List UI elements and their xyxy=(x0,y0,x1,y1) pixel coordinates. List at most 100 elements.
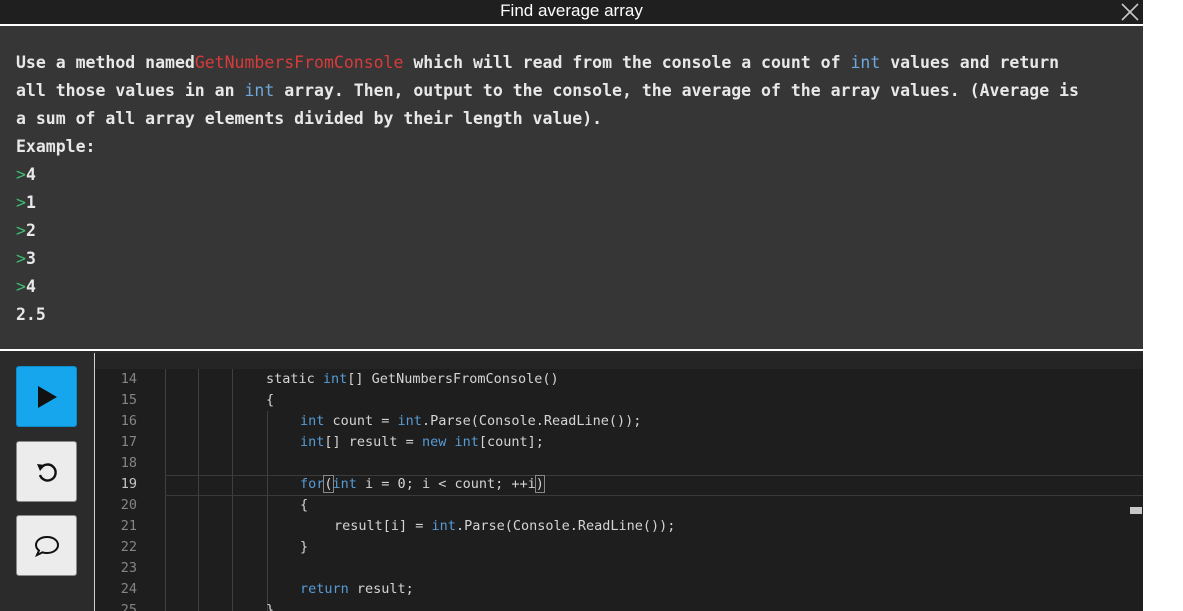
run-button[interactable] xyxy=(16,366,77,427)
code-keyword: int xyxy=(322,371,348,387)
code-token: static xyxy=(266,371,323,387)
code-text: int count = int.Parse(Console.ReadLine()… xyxy=(300,411,641,432)
code-line: 22 } xyxy=(95,537,1143,558)
code-token: [] result = xyxy=(324,434,422,450)
code-editor[interactable]: 14 static int[] GetNumbersFromConsole() … xyxy=(95,353,1143,611)
code-line: 16 int count = int.Parse(Console.ReadLin… xyxy=(95,411,1143,432)
code-token: .Parse(Console.ReadLine()); xyxy=(455,518,676,534)
prompt-symbol: > xyxy=(16,193,26,212)
code-keyword: int xyxy=(300,413,325,429)
line-number: 18 xyxy=(120,455,137,471)
code-keyword: new xyxy=(421,434,447,450)
code-text: for(int i = 0; i < count; ++i) xyxy=(300,474,545,495)
method-name: GetNumbersFromConsole xyxy=(194,53,404,72)
line-number: 22 xyxy=(120,539,137,555)
window-title: Find average array xyxy=(500,1,643,20)
title-bar: Find average array xyxy=(0,0,1143,26)
task-text: Use a method named xyxy=(16,53,195,72)
example-output: 2.5 xyxy=(16,305,46,324)
line-number-active: 19 xyxy=(120,476,137,492)
bracket-match: ( xyxy=(323,475,334,493)
code-text: } xyxy=(300,539,309,555)
code-text: result[i] = int.Parse(Console.ReadLine()… xyxy=(334,516,675,537)
task-line-2: all those values in an int array. Then, … xyxy=(16,77,1127,105)
example-input: >4 xyxy=(16,273,1127,301)
scrollbar-marker[interactable] xyxy=(1130,507,1142,514)
task-text: array. Then, output to the console, the … xyxy=(274,81,1079,100)
play-icon xyxy=(37,385,57,408)
code-token: [] GetNumbersFromConsole() xyxy=(347,371,559,387)
code-line: 17 int[] result = new int[count]; xyxy=(95,432,1143,453)
code-line: 15 { xyxy=(95,390,1143,411)
example-input-value: 4 xyxy=(25,277,36,296)
code-line: 19 for(int i = 0; i < count; ++i) xyxy=(95,474,1143,495)
code-text: static int[] GetNumbersFromConsole() xyxy=(266,369,559,390)
code-keyword: return xyxy=(300,581,349,597)
task-text: which will read from the console a count… xyxy=(403,53,851,72)
example-input-value: 2 xyxy=(25,221,36,240)
bracket-match: ) xyxy=(534,475,545,493)
code-token: .Parse(Console.ReadLine()); xyxy=(421,413,642,429)
code-token: [count]; xyxy=(478,434,544,450)
task-text: values and return xyxy=(880,53,1060,72)
code-line: 18 xyxy=(95,453,1143,474)
code-token: i = 0; i < count; ++i xyxy=(356,476,536,492)
example-label: Example: xyxy=(16,137,96,156)
code-line: 23 xyxy=(95,558,1143,579)
code-keyword: int xyxy=(454,434,479,450)
close-icon[interactable] xyxy=(1119,1,1141,23)
code-text: { xyxy=(300,497,309,513)
example-input-value: 3 xyxy=(25,249,36,268)
code-text: } xyxy=(266,602,275,611)
chat-icon xyxy=(34,535,59,557)
code-token: count = xyxy=(324,413,398,429)
example-input: >2 xyxy=(16,217,1127,245)
task-description: Use a method namedGetNumbersFromConsole … xyxy=(0,26,1143,351)
line-number: 20 xyxy=(120,497,137,513)
task-text: all those values in an xyxy=(16,81,245,100)
line-number: 23 xyxy=(120,560,137,576)
example-input: >3 xyxy=(16,245,1127,273)
code-text: { xyxy=(266,392,275,408)
example-input-value: 4 xyxy=(25,165,36,184)
line-number: 15 xyxy=(120,392,137,408)
code-line: 21 result[i] = int.Parse(Console.ReadLin… xyxy=(95,516,1143,537)
example-input: >4 xyxy=(16,161,1127,189)
prompt-symbol: > xyxy=(16,221,26,240)
chat-button[interactable] xyxy=(16,515,77,576)
prompt-symbol: > xyxy=(16,277,26,296)
code-keyword: int xyxy=(332,476,357,492)
side-toolbar xyxy=(0,353,95,611)
code-text: int[] result = new int[count]; xyxy=(300,432,544,453)
code-keyword: int xyxy=(431,518,456,534)
reset-button[interactable] xyxy=(16,441,77,502)
prompt-symbol: > xyxy=(16,249,26,268)
code-token: result; xyxy=(348,581,414,597)
reset-icon xyxy=(36,462,57,482)
code-line: 20 { xyxy=(95,495,1143,516)
code-keyword: for xyxy=(300,476,325,492)
app-window: Find average array Use a method namedGet… xyxy=(0,0,1143,611)
keyword-int: int xyxy=(244,81,275,100)
code-line: 24 return result; xyxy=(95,579,1143,600)
code-line: 25 } xyxy=(95,600,1143,611)
task-line-1: Use a method namedGetNumbersFromConsole … xyxy=(16,49,1127,77)
editor-top-bar xyxy=(95,353,1143,369)
code-keyword: int xyxy=(397,413,422,429)
line-number: 14 xyxy=(120,371,137,387)
task-line-3: a sum of all array elements divided by t… xyxy=(16,109,603,128)
code-text: return result; xyxy=(300,579,414,600)
code-keyword: int xyxy=(300,434,325,450)
example-input: >1 xyxy=(16,189,1127,217)
code-token: result[i] = xyxy=(334,518,432,534)
line-number: 24 xyxy=(120,581,137,597)
example-input-value: 1 xyxy=(25,193,36,212)
line-number: 25 xyxy=(120,602,137,611)
code-line: 14 static int[] GetNumbersFromConsole() xyxy=(95,369,1143,390)
line-number: 21 xyxy=(120,518,137,534)
text-caret xyxy=(543,475,545,491)
keyword-int: int xyxy=(850,53,881,72)
line-number: 17 xyxy=(120,434,137,450)
line-number: 16 xyxy=(120,413,137,429)
prompt-symbol: > xyxy=(16,165,26,184)
